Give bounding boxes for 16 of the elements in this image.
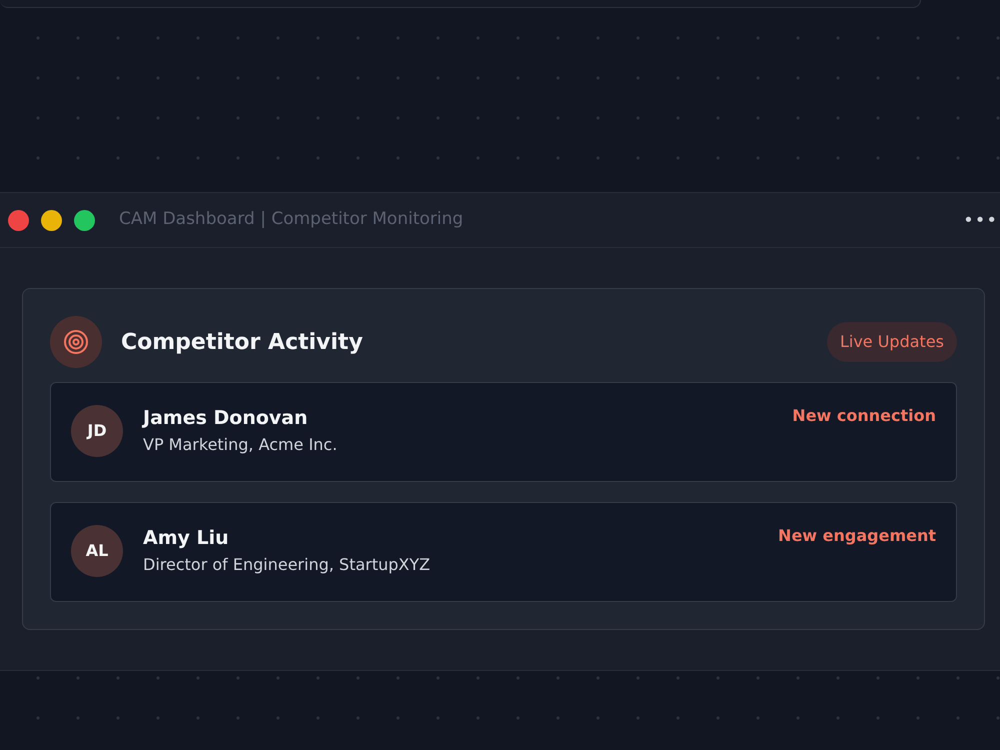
person-name: Amy Liu (143, 526, 230, 551)
maximize-icon[interactable] (74, 210, 95, 230)
target-icon (50, 316, 102, 368)
event-label: New connection (792, 405, 936, 427)
close-icon[interactable] (8, 210, 29, 230)
live-badge: Live Updates (826, 322, 957, 362)
avatar: JD (71, 405, 123, 457)
more-menu[interactable]: ••• (963, 206, 998, 234)
window-title: CAM Dashboard | Competitor Monitoring (119, 208, 464, 232)
card-title: Competitor Activity (121, 328, 363, 356)
minimize-icon[interactable] (41, 210, 62, 230)
avatar: AL (71, 525, 123, 577)
person-name: James Donovan (143, 406, 309, 431)
person-role: Director of Engineering, StartupXYZ (143, 554, 430, 576)
person-role: VP Marketing, Acme Inc. (143, 434, 338, 456)
event-label: New engagement (778, 525, 936, 547)
